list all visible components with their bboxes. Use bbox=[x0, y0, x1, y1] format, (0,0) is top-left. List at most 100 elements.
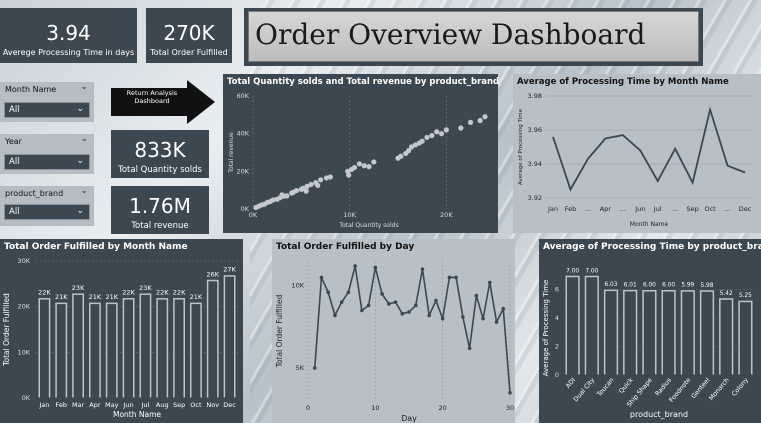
data-point bbox=[467, 119, 474, 125]
data-point bbox=[419, 138, 425, 144]
data-label: 22K bbox=[122, 289, 135, 297]
x-tick-label: Apr bbox=[600, 205, 612, 213]
slicer-brand-collapse-icon[interactable]: ⌄ bbox=[80, 186, 88, 196]
slicer-month-collapse-icon[interactable]: ⌄ bbox=[80, 82, 88, 92]
kpi-quantity-label: Total Quantity solds bbox=[118, 165, 202, 175]
bar-inner bbox=[174, 299, 184, 398]
data-point bbox=[429, 132, 435, 139]
y-tick-label: 6 bbox=[555, 286, 559, 294]
x-tick-label: Jun bbox=[634, 205, 645, 213]
data-point bbox=[319, 275, 324, 280]
data-point bbox=[494, 320, 499, 324]
x-tick-label: Jan bbox=[547, 205, 558, 213]
x-tick-label: ... bbox=[672, 205, 678, 213]
data-label: 23K bbox=[139, 284, 152, 292]
data-point bbox=[461, 315, 465, 319]
data-point bbox=[360, 308, 364, 313]
x-tick-label: Jun bbox=[123, 401, 134, 409]
data-label: 6.03 bbox=[605, 282, 618, 288]
data-point bbox=[398, 153, 404, 159]
bar-inner bbox=[643, 291, 655, 375]
bar-inner bbox=[720, 299, 732, 375]
slicer-month-dropdown[interactable]: All ⌄ bbox=[4, 102, 90, 118]
data-label: 22K bbox=[156, 289, 169, 297]
data-point bbox=[424, 134, 430, 141]
slicer-year: Year ⌄ All ⌄ bbox=[0, 134, 94, 174]
x-tick-label: Colony bbox=[731, 377, 750, 398]
y-axis-label: Total revenue bbox=[228, 132, 235, 174]
data-label: 5.42 bbox=[720, 291, 733, 297]
chart-card-month-line: Average of Processing Time by Month Name… bbox=[513, 74, 761, 233]
bar-inner bbox=[739, 302, 751, 375]
y-tick-label: 20K bbox=[17, 303, 30, 311]
scatter-plot: 0K 10K 20K 0K 20K 40K 60K Total Quantity solds T… bbox=[228, 92, 488, 229]
data-point bbox=[454, 275, 458, 280]
data-point bbox=[361, 163, 367, 169]
data-point bbox=[488, 280, 492, 285]
slicer-brand-dropdown[interactable]: All ⌄ bbox=[4, 204, 90, 220]
bar-inner bbox=[124, 299, 133, 398]
x-axis-label: Total Quantity solds bbox=[338, 222, 398, 229]
x-tick-label: Sep bbox=[687, 205, 699, 213]
data-point bbox=[366, 303, 371, 308]
x-tick-label: ... bbox=[620, 205, 626, 213]
data-label: 23K bbox=[72, 284, 85, 292]
return-analysis-button[interactable]: Return Analysis Dashboard bbox=[111, 80, 215, 124]
kpi-revenue-value: 1.76M bbox=[129, 194, 191, 218]
x-tick-label: Toucan bbox=[595, 377, 615, 399]
data-point bbox=[346, 172, 352, 178]
data-point bbox=[387, 302, 391, 306]
data-point bbox=[467, 346, 472, 351]
x-tick-label: Jul bbox=[653, 205, 662, 213]
y-axis-label: Total Order Fulfilled bbox=[2, 293, 11, 367]
data-label: 21K bbox=[105, 293, 118, 301]
slicer-month-label: Month Name bbox=[5, 85, 57, 94]
x-tick-label: 10K bbox=[343, 211, 356, 219]
month-line-chart: 3.92 3.94 3.96 3.98 Jan Feb... Apr... Jun Jul...… bbox=[518, 92, 753, 228]
data-label: 21K bbox=[89, 293, 102, 301]
data-label: 21K bbox=[55, 293, 68, 301]
bar-inner bbox=[73, 294, 83, 398]
bar-inner bbox=[605, 291, 617, 375]
kpi-revenue-label: Total revenue bbox=[131, 221, 189, 231]
data-point bbox=[413, 303, 418, 308]
slicer-year-collapse-icon[interactable]: ⌄ bbox=[80, 134, 88, 144]
data-point bbox=[434, 298, 438, 303]
x-tick-label: ... bbox=[585, 205, 591, 213]
data-point bbox=[333, 313, 337, 318]
data-point bbox=[353, 264, 357, 268]
chevron-down-icon: ⌄ bbox=[76, 156, 84, 166]
y-tick-label: 0K bbox=[241, 205, 250, 213]
bar-inner bbox=[682, 291, 694, 375]
data-point bbox=[356, 161, 362, 167]
bar-inner bbox=[701, 291, 713, 375]
kpi-quantity: 833K Total Quantity solds bbox=[111, 130, 209, 178]
chart-card-day-line: Total Order Fulfilled by Day 0 10 20 30 5K 10… bbox=[272, 239, 515, 423]
slicer-year-dropdown[interactable]: All ⌄ bbox=[4, 154, 90, 170]
data-point bbox=[400, 311, 405, 316]
x-tick-label: 0 bbox=[306, 404, 310, 412]
data-label: 22K bbox=[173, 289, 186, 297]
y-axis-label: Average of Processing Time bbox=[542, 280, 550, 377]
data-point bbox=[366, 164, 372, 170]
data-point bbox=[339, 300, 344, 304]
y-tick-label: 40K bbox=[236, 130, 249, 138]
data-point bbox=[434, 129, 440, 135]
x-axis-label: product_brand bbox=[630, 410, 688, 419]
kpi-orders-fulfilled-value: 270K bbox=[163, 21, 215, 45]
data-label: 5.99 bbox=[681, 283, 694, 289]
y-tick-label: 3.92 bbox=[528, 194, 542, 202]
day-line-chart: 0 10 20 30 5K 10K Day Total Order Fulfilled bbox=[275, 261, 514, 423]
x-tick-label: Jul bbox=[140, 401, 149, 409]
y-tick-label: 2 bbox=[555, 343, 559, 351]
x-tick-label: Dec bbox=[223, 401, 236, 409]
kpi-orders-fulfilled: 270K Total Order Fulfilled bbox=[146, 8, 232, 63]
data-label: 6.00 bbox=[643, 283, 656, 289]
data-point bbox=[420, 267, 425, 272]
bar-inner bbox=[191, 304, 201, 398]
bar-inner bbox=[107, 304, 117, 398]
x-tick-label: Apr bbox=[89, 401, 101, 409]
slicer-month: Month Name ⌄ All ⌄ bbox=[0, 82, 94, 122]
data-point bbox=[326, 290, 330, 295]
data-point bbox=[351, 164, 358, 171]
